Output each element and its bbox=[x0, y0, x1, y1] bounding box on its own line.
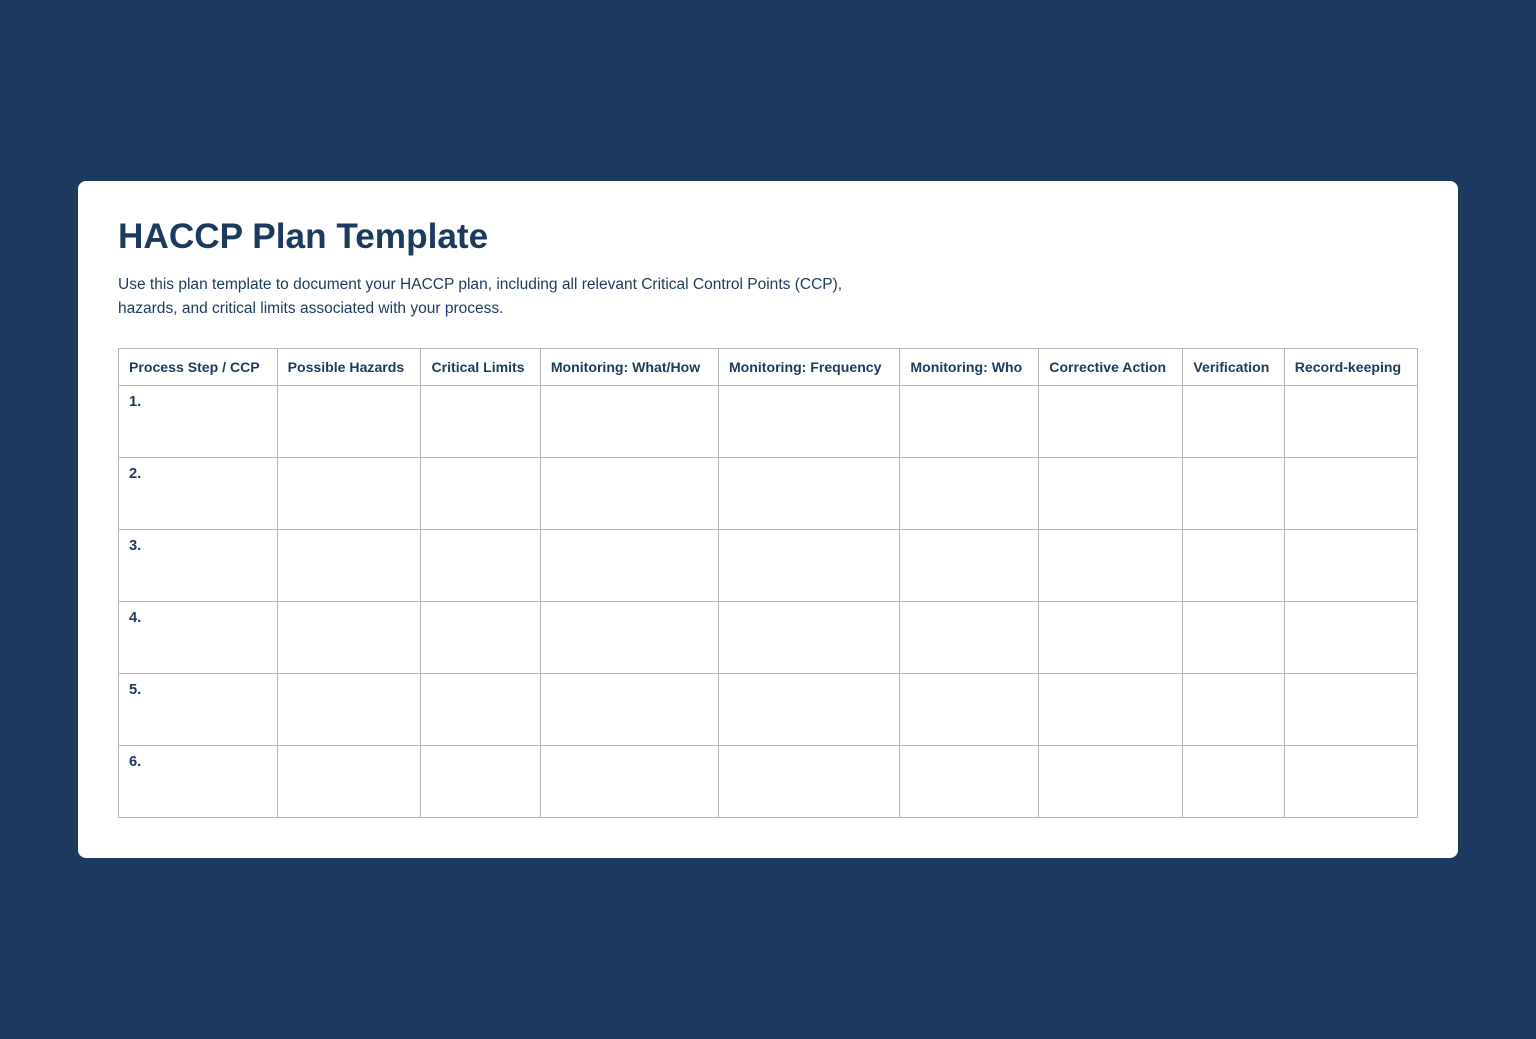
col-header-recordkeeping: Record-keeping bbox=[1284, 348, 1417, 385]
table-row: 2. bbox=[119, 457, 1418, 529]
cell-row2-corrective-action bbox=[1039, 457, 1183, 529]
cell-row1-verification bbox=[1183, 385, 1284, 457]
table-header-row: Process Step / CCPPossible HazardsCritic… bbox=[119, 348, 1418, 385]
page-title: HACCP Plan Template bbox=[118, 217, 1418, 257]
cell-row3-process-step: 3. bbox=[119, 529, 278, 601]
cell-row4-monitoring-frequency bbox=[718, 601, 899, 673]
cell-row4-possible-hazards bbox=[277, 601, 421, 673]
cell-row4-critical-limits bbox=[421, 601, 540, 673]
col-header-process-step: Process Step / CCP bbox=[119, 348, 278, 385]
cell-row4-corrective-action bbox=[1039, 601, 1183, 673]
cell-row3-recordkeeping bbox=[1284, 529, 1417, 601]
cell-row6-monitoring-frequency bbox=[718, 745, 899, 817]
cell-row5-monitoring-what bbox=[540, 673, 718, 745]
cell-row4-verification bbox=[1183, 601, 1284, 673]
table-row: 6. bbox=[119, 745, 1418, 817]
cell-row2-possible-hazards bbox=[277, 457, 421, 529]
col-header-monitoring-who: Monitoring: Who bbox=[900, 348, 1039, 385]
cell-row5-monitoring-frequency bbox=[718, 673, 899, 745]
cell-row2-recordkeeping bbox=[1284, 457, 1417, 529]
cell-row6-possible-hazards bbox=[277, 745, 421, 817]
cell-row6-corrective-action bbox=[1039, 745, 1183, 817]
cell-row2-monitoring-who bbox=[900, 457, 1039, 529]
cell-row4-process-step: 4. bbox=[119, 601, 278, 673]
cell-row1-possible-hazards bbox=[277, 385, 421, 457]
cell-row4-monitoring-what bbox=[540, 601, 718, 673]
cell-row3-verification bbox=[1183, 529, 1284, 601]
page-description: Use this plan template to document your … bbox=[118, 273, 878, 320]
cell-row2-critical-limits bbox=[421, 457, 540, 529]
cell-row5-process-step: 5. bbox=[119, 673, 278, 745]
cell-row1-process-step: 1. bbox=[119, 385, 278, 457]
cell-row3-possible-hazards bbox=[277, 529, 421, 601]
cell-row1-recordkeeping bbox=[1284, 385, 1417, 457]
cell-row4-recordkeeping bbox=[1284, 601, 1417, 673]
cell-row5-critical-limits bbox=[421, 673, 540, 745]
cell-row3-critical-limits bbox=[421, 529, 540, 601]
table-row: 1. bbox=[119, 385, 1418, 457]
cell-row1-monitoring-what bbox=[540, 385, 718, 457]
table-row: 4. bbox=[119, 601, 1418, 673]
cell-row1-corrective-action bbox=[1039, 385, 1183, 457]
cell-row3-corrective-action bbox=[1039, 529, 1183, 601]
table-row: 5. bbox=[119, 673, 1418, 745]
cell-row5-recordkeeping bbox=[1284, 673, 1417, 745]
cell-row6-verification bbox=[1183, 745, 1284, 817]
cell-row6-monitoring-what bbox=[540, 745, 718, 817]
col-header-verification: Verification bbox=[1183, 348, 1284, 385]
cell-row3-monitoring-who bbox=[900, 529, 1039, 601]
cell-row6-monitoring-who bbox=[900, 745, 1039, 817]
cell-row5-monitoring-who bbox=[900, 673, 1039, 745]
col-header-possible-hazards: Possible Hazards bbox=[277, 348, 421, 385]
col-header-monitoring-frequency: Monitoring: Frequency bbox=[718, 348, 899, 385]
cell-row2-monitoring-frequency bbox=[718, 457, 899, 529]
cell-row6-recordkeeping bbox=[1284, 745, 1417, 817]
haccp-card: HACCP Plan Template Use this plan templa… bbox=[78, 181, 1458, 858]
haccp-table: Process Step / CCPPossible HazardsCritic… bbox=[118, 348, 1418, 818]
cell-row3-monitoring-frequency bbox=[718, 529, 899, 601]
table-row: 3. bbox=[119, 529, 1418, 601]
col-header-monitoring-what: Monitoring: What/How bbox=[540, 348, 718, 385]
cell-row4-monitoring-who bbox=[900, 601, 1039, 673]
cell-row3-monitoring-what bbox=[540, 529, 718, 601]
cell-row5-possible-hazards bbox=[277, 673, 421, 745]
col-header-critical-limits: Critical Limits bbox=[421, 348, 540, 385]
cell-row2-process-step: 2. bbox=[119, 457, 278, 529]
cell-row6-critical-limits bbox=[421, 745, 540, 817]
cell-row6-process-step: 6. bbox=[119, 745, 278, 817]
col-header-corrective-action: Corrective Action bbox=[1039, 348, 1183, 385]
cell-row2-verification bbox=[1183, 457, 1284, 529]
cell-row2-monitoring-what bbox=[540, 457, 718, 529]
cell-row1-monitoring-frequency bbox=[718, 385, 899, 457]
cell-row1-critical-limits bbox=[421, 385, 540, 457]
cell-row5-corrective-action bbox=[1039, 673, 1183, 745]
cell-row1-monitoring-who bbox=[900, 385, 1039, 457]
cell-row5-verification bbox=[1183, 673, 1284, 745]
